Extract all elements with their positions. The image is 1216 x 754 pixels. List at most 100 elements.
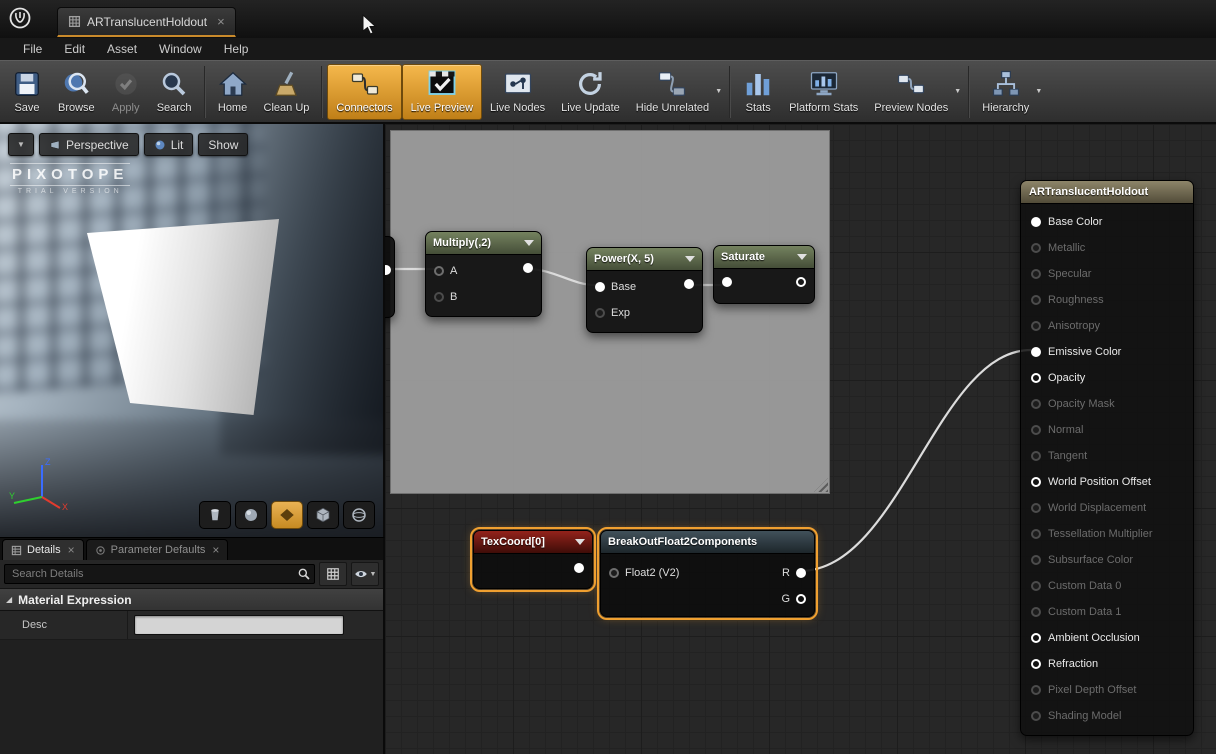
material-pin-anisotropy[interactable]: Anisotropy <box>1021 313 1193 339</box>
node-texcoord[interactable]: TexCoord[0] <box>473 530 593 589</box>
output-pin[interactable] <box>523 263 533 273</box>
material-pin-emissive-color[interactable]: Emissive Color <box>1021 339 1193 365</box>
pin-dot[interactable] <box>1031 217 1041 227</box>
search-details-input[interactable] <box>4 564 315 584</box>
material-pin-normal[interactable]: Normal <box>1021 417 1193 443</box>
material-node-header[interactable]: ARTranslucentHoldout <box>1021 181 1193 204</box>
material-pin-world-position-offset[interactable]: World Position Offset <box>1021 469 1193 495</box>
toolbar-button-live-nodes[interactable]: Live Nodes <box>482 64 553 120</box>
tab-close-icon[interactable]: × <box>217 14 225 29</box>
pin-dot[interactable] <box>1031 373 1041 383</box>
pin-dot[interactable] <box>1031 529 1041 539</box>
preview-viewport[interactable]: ▼ Perspective Lit Show PIXOTOPE TRIAL VE… <box>0 124 385 537</box>
pin-dot[interactable] <box>1031 451 1041 461</box>
material-pin-tessellation-multiplier[interactable]: Tessellation Multiplier <box>1021 521 1193 547</box>
comment-resize-handle[interactable] <box>814 478 828 492</box>
toolbar-button-save[interactable]: Save <box>4 64 50 120</box>
toolbar-button-live-update[interactable]: Live Update <box>553 64 628 120</box>
pin-dot[interactable] <box>1031 685 1041 695</box>
material-expression-section-header[interactable]: ◢ Material Expression <box>0 589 383 611</box>
toolbar-button-home[interactable]: Home <box>210 64 256 120</box>
pin-dot[interactable] <box>1031 347 1041 357</box>
sphere-preview-button[interactable] <box>235 501 267 529</box>
desc-input[interactable] <box>134 615 344 635</box>
material-graph-canvas[interactable]: Multiply(,2) A B Power(X, 5) <box>385 124 1216 754</box>
node-multiply-header[interactable]: Multiply(,2) <box>426 232 541 255</box>
mesh-preview-button[interactable] <box>343 501 375 529</box>
input-pin-float2[interactable] <box>609 568 619 578</box>
material-pin-base-color[interactable]: Base Color <box>1021 209 1193 235</box>
property-matrix-button[interactable] <box>319 562 347 586</box>
pin-dot[interactable] <box>1031 633 1041 643</box>
material-pin-tangent[interactable]: Tangent <box>1021 443 1193 469</box>
pin-dot[interactable] <box>1031 477 1041 487</box>
toolbar-button-stats[interactable]: Stats <box>735 64 781 120</box>
material-pin-opacity[interactable]: Opacity <box>1021 365 1193 391</box>
toolbar-button-hide-unrelated[interactable]: Hide Unrelated▼ <box>628 64 725 120</box>
menu-edit[interactable]: Edit <box>53 38 96 60</box>
output-pin[interactable] <box>684 279 694 289</box>
material-pin-custom-data-0[interactable]: Custom Data 0 <box>1021 573 1193 599</box>
collapse-triangle-icon[interactable] <box>685 256 695 262</box>
pin-dot[interactable] <box>1031 503 1041 513</box>
pin-dot[interactable] <box>1031 581 1041 591</box>
output-pin[interactable] <box>574 563 584 573</box>
plane-preview-button[interactable] <box>271 501 303 529</box>
material-result-node[interactable]: ARTranslucentHoldout Base ColorMetallic S… <box>1020 180 1194 736</box>
input-pin-base[interactable] <box>595 282 605 292</box>
pin-dot[interactable] <box>1031 555 1041 565</box>
chevron-down-icon[interactable]: ▼ <box>954 88 961 95</box>
material-pin-world-displacement[interactable]: World Displacement <box>1021 495 1193 521</box>
pin-dot[interactable] <box>1031 607 1041 617</box>
menu-help[interactable]: Help <box>213 38 260 60</box>
menu-window[interactable]: Window <box>148 38 213 60</box>
pin-dot[interactable] <box>1031 295 1041 305</box>
node-texcoord-header[interactable]: TexCoord[0] <box>474 531 592 554</box>
input-pin-a[interactable] <box>434 266 444 276</box>
pin-dot[interactable] <box>1031 659 1041 669</box>
viewport-options-button[interactable]: ▼ <box>8 133 34 156</box>
tab-details[interactable]: Details × <box>2 539 84 560</box>
close-icon[interactable]: × <box>212 543 219 557</box>
chevron-down-icon[interactable]: ▼ <box>715 88 722 95</box>
cube-preview-button[interactable] <box>307 501 339 529</box>
material-pin-roughness[interactable]: Roughness <box>1021 287 1193 313</box>
collapse-triangle-icon[interactable] <box>524 240 534 246</box>
toolbar-button-clean-up[interactable]: Clean Up <box>256 64 318 120</box>
node-multiply[interactable]: Multiply(,2) A B <box>425 231 542 317</box>
output-pin[interactable] <box>796 277 806 287</box>
toolbar-button-platform-stats[interactable]: Platform Stats <box>781 64 866 120</box>
window-tab-artranslucentholdout[interactable]: ARTranslucentHoldout × <box>57 7 236 37</box>
pin-dot[interactable] <box>1031 399 1041 409</box>
cylinder-preview-button[interactable] <box>199 501 231 529</box>
collapse-triangle-icon[interactable] <box>575 539 585 545</box>
material-pin-custom-data-1[interactable]: Custom Data 1 <box>1021 599 1193 625</box>
material-pin-metallic[interactable]: Metallic <box>1021 235 1193 261</box>
output-pin-g[interactable] <box>796 594 806 604</box>
node-power-header[interactable]: Power(X, 5) <box>587 248 702 271</box>
lit-button[interactable]: Lit <box>144 133 194 156</box>
toolbar-button-connectors[interactable]: Connectors <box>327 64 401 120</box>
partial-node[interactable] <box>385 236 395 318</box>
node-breakout-header[interactable]: BreakOutFloat2Components <box>601 531 814 554</box>
pin-dot[interactable] <box>1031 269 1041 279</box>
chevron-down-icon[interactable]: ▼ <box>1035 88 1042 95</box>
toolbar-button-browse[interactable]: Browse <box>50 64 103 120</box>
menu-file[interactable]: File <box>12 38 53 60</box>
input-pin[interactable] <box>722 277 732 287</box>
material-pin-subsurface-color[interactable]: Subsurface Color <box>1021 547 1193 573</box>
input-pin-exp[interactable] <box>595 308 605 318</box>
output-pin[interactable] <box>385 265 391 275</box>
toolbar-button-hierarchy[interactable]: Hierarchy▼ <box>974 64 1045 120</box>
node-power[interactable]: Power(X, 5) Base Exp <box>586 247 703 333</box>
input-pin-b[interactable] <box>434 292 444 302</box>
toolbar-button-live-preview[interactable]: Live Preview <box>402 64 482 120</box>
pin-dot[interactable] <box>1031 243 1041 253</box>
material-pin-pixel-depth-offset[interactable]: Pixel Depth Offset <box>1021 677 1193 703</box>
collapse-triangle-icon[interactable] <box>797 254 807 260</box>
pin-dot[interactable] <box>1031 711 1041 721</box>
menu-asset[interactable]: Asset <box>96 38 148 60</box>
toolbar-button-preview-nodes[interactable]: Preview Nodes▼ <box>866 64 964 120</box>
toolbar-button-search[interactable]: Search <box>149 64 200 120</box>
material-pin-ambient-occlusion[interactable]: Ambient Occlusion <box>1021 625 1193 651</box>
